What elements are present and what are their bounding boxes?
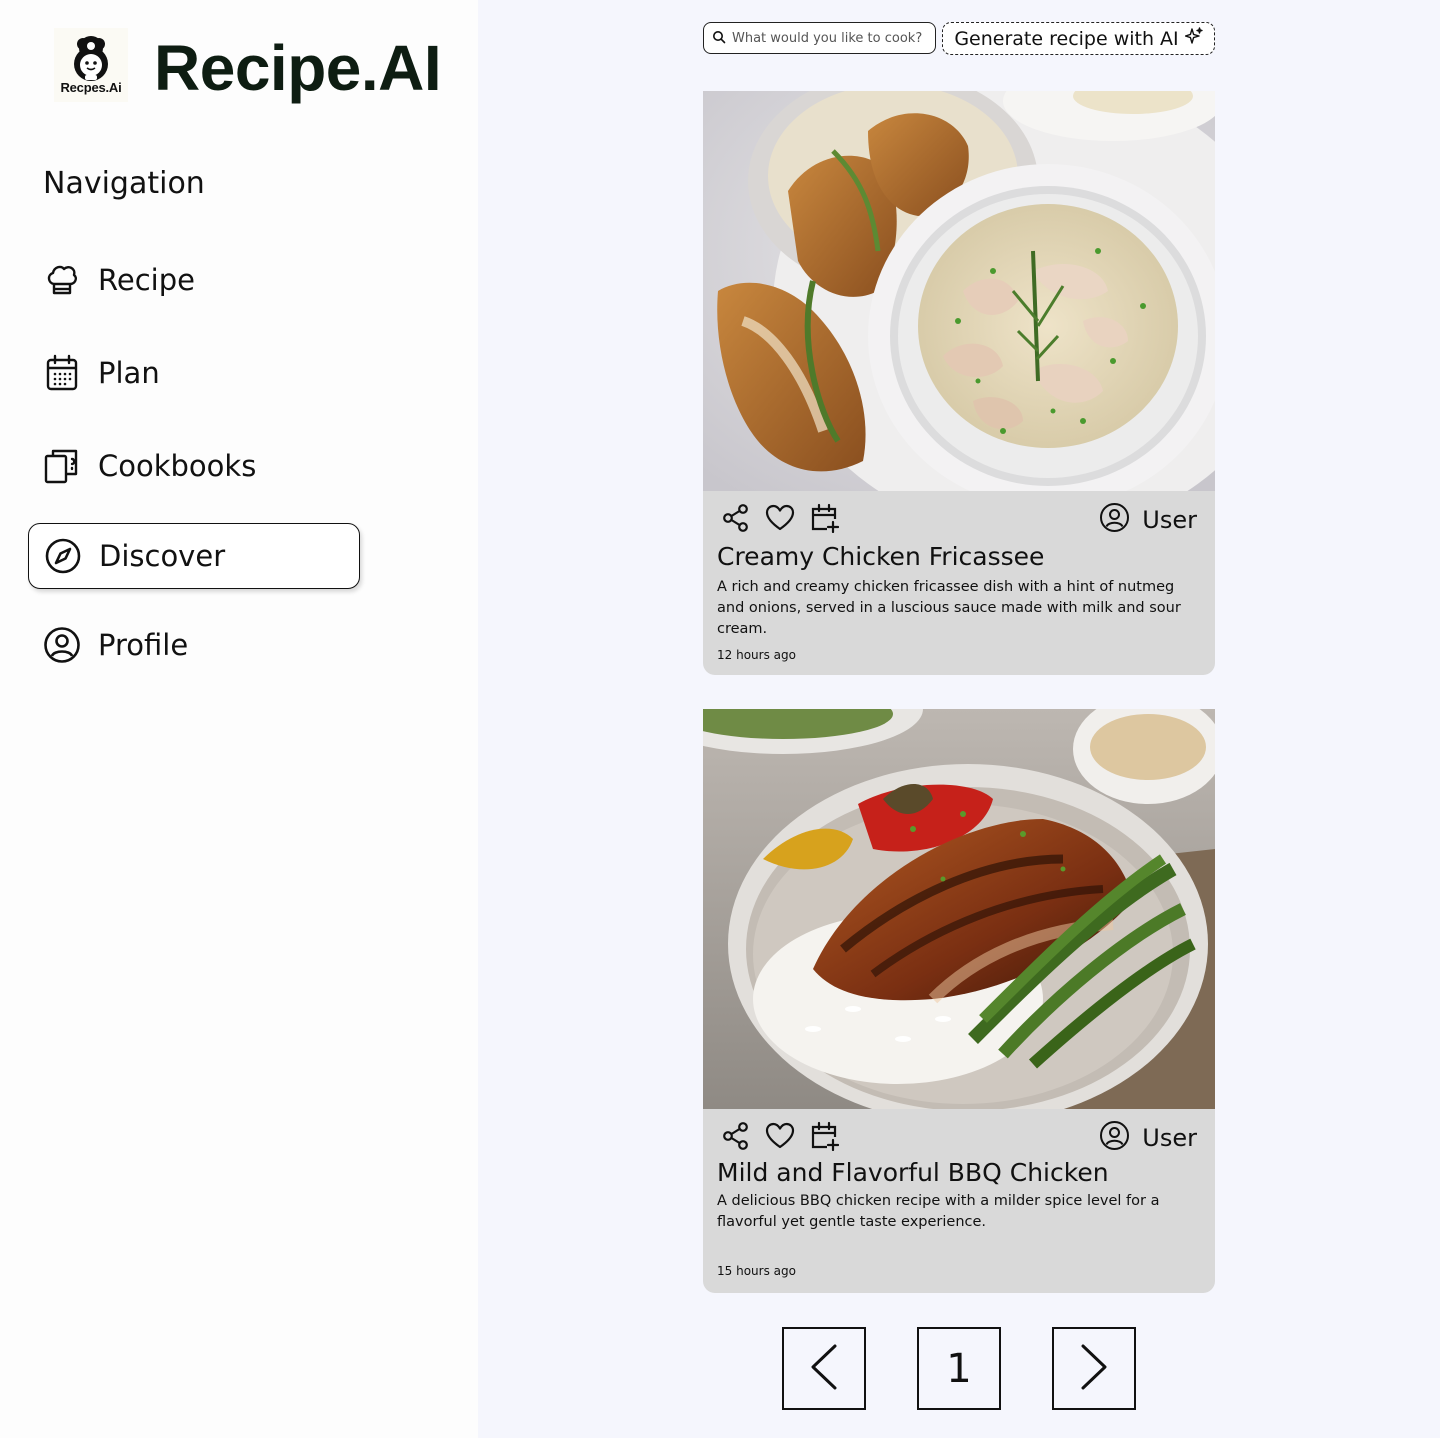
calendar-icon [43, 354, 81, 392]
heart-icon[interactable] [764, 502, 796, 534]
user-circle-icon [43, 626, 81, 664]
brand[interactable]: Recpes.Ai Recipe.AI [54, 28, 442, 104]
recipe-timestamp: 15 hours ago [717, 1264, 796, 1278]
compass-icon [44, 537, 82, 575]
recipe-timestamp: 12 hours ago [717, 648, 796, 662]
search-input[interactable] [732, 30, 927, 46]
card-username: User [1142, 1123, 1197, 1152]
calendar-add-icon[interactable] [808, 502, 840, 534]
cookbook-icon [43, 447, 81, 485]
card-user[interactable]: User [1099, 502, 1197, 537]
sidebar-item-discover[interactable]: Discover [28, 523, 360, 589]
calendar-add-icon[interactable] [808, 1120, 840, 1152]
recipe-image[interactable] [703, 709, 1215, 1109]
user-circle-icon [1099, 502, 1130, 537]
prev-page-button[interactable] [782, 1327, 866, 1410]
card-actions [720, 1120, 840, 1152]
sidebar-item-label: Recipe [98, 263, 195, 297]
generate-recipe-label: Generate recipe with AI [954, 27, 1179, 50]
recipe-title[interactable]: Creamy Chicken Fricassee [717, 542, 1044, 571]
chef-mascot-icon [74, 36, 108, 81]
recipe-description: A delicious BBQ chicken recipe with a mi… [717, 1193, 1160, 1230]
sidebar: Recpes.Ai Recipe.AI Navigation Recipe Pl… [0, 0, 478, 1438]
sidebar-item-recipe[interactable]: Recipe [28, 247, 360, 313]
recipe-card[interactable]: User Mild and Flavorful BBQ Chicken A de… [703, 709, 1215, 1293]
search-icon [712, 29, 726, 48]
sidebar-item-label: Plan [98, 356, 160, 390]
sidebar-item-cookbooks[interactable]: Cookbooks [28, 433, 360, 499]
recipe-image[interactable] [703, 91, 1215, 491]
recipe-title[interactable]: Mild and Flavorful BBQ Chicken [717, 1158, 1109, 1187]
sidebar-item-profile[interactable]: Profile [28, 612, 360, 678]
search-box[interactable] [703, 22, 936, 54]
card-username: User [1142, 505, 1197, 534]
chef-hat-icon [43, 261, 81, 299]
app-title: Recipe.AI [154, 32, 442, 104]
card-actions [720, 502, 840, 534]
nav-heading: Navigation [43, 166, 205, 201]
page-number: 1 [946, 1345, 972, 1392]
sparkle-icon [1184, 27, 1203, 50]
sidebar-item-plan[interactable]: Plan [28, 340, 360, 406]
share-icon[interactable] [720, 502, 752, 534]
share-icon[interactable] [720, 1120, 752, 1152]
recipe-description: A rich and creamy chicken fricassee dish… [717, 579, 1181, 637]
user-circle-icon [1099, 1120, 1130, 1155]
sidebar-item-label: Discover [99, 539, 226, 573]
logo-text: Recpes.Ai [60, 80, 122, 95]
logo: Recpes.Ai [54, 28, 128, 102]
recipe-card[interactable]: User Creamy Chicken Fricassee A rich and… [703, 91, 1215, 675]
chevron-right-icon [1079, 1343, 1109, 1395]
card-user[interactable]: User [1099, 1120, 1197, 1155]
next-page-button[interactable] [1052, 1327, 1136, 1410]
generate-recipe-button[interactable]: Generate recipe with AI [942, 22, 1215, 55]
current-page-indicator[interactable]: 1 [917, 1327, 1001, 1410]
chevron-left-icon [809, 1343, 839, 1395]
heart-icon[interactable] [764, 1120, 796, 1152]
sidebar-item-label: Cookbooks [98, 449, 257, 483]
sidebar-item-label: Profile [98, 628, 189, 662]
